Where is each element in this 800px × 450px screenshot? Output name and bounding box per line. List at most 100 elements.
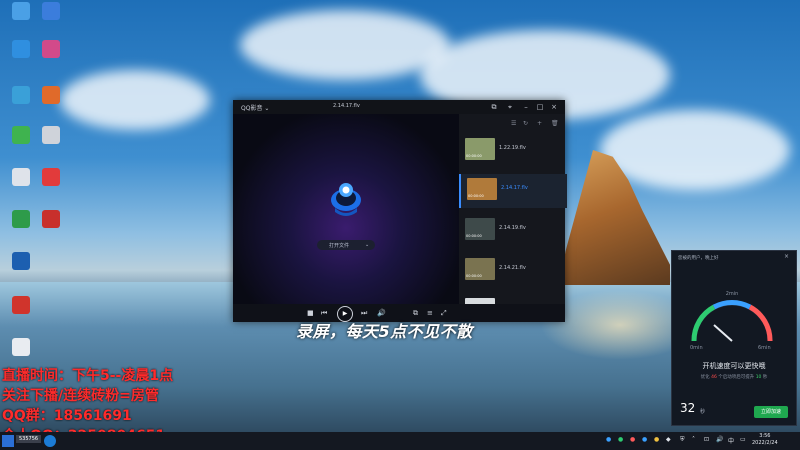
taskbar-clock[interactable]: 3:56 2022/2/24 — [752, 433, 778, 447]
app-icon — [12, 296, 30, 314]
loop-icon[interactable]: ↻ — [523, 120, 528, 127]
close-icon[interactable]: × — [549, 102, 559, 112]
tray-app-icon[interactable]: ● — [654, 436, 659, 443]
pin-icon[interactable]: ⌖ — [505, 102, 515, 112]
app-icon — [12, 40, 30, 58]
desktop-icon[interactable] — [4, 252, 38, 272]
sub-gain: 10 — [755, 375, 762, 380]
chevron-up-icon[interactable]: ˄ — [692, 436, 695, 443]
app-icon — [12, 2, 30, 20]
cloud — [60, 70, 210, 130]
desktop-icon[interactable] — [4, 86, 38, 106]
taskbar-label[interactable]: 535756 — [16, 435, 42, 443]
stop-icon[interactable]: ■ — [307, 308, 314, 318]
desktop-icon[interactable] — [4, 210, 38, 230]
screenshot-icon[interactable]: ⧉ — [489, 102, 499, 112]
tray-app-icon[interactable]: ● — [618, 436, 623, 443]
tray-app-icon[interactable]: ● — [630, 436, 635, 443]
desktop-icon[interactable] — [34, 86, 68, 106]
shield-icon[interactable]: ⛨ — [680, 436, 685, 444]
player-titlebar[interactable]: QQ影音 ⌄ 2.14.17.flv ⧉ ⌖ – □ × — [233, 100, 565, 114]
app-icon — [42, 86, 60, 104]
desktop-icon[interactable] — [34, 40, 68, 60]
video-filename: 2.14.19.flv — [499, 225, 526, 231]
maximize-icon[interactable]: □ — [535, 102, 545, 112]
desktop-icon[interactable] — [34, 210, 68, 230]
desktop-icon[interactable] — [4, 126, 38, 146]
sub-prefix: 优化 — [700, 375, 710, 380]
fullscreen-window-icon[interactable]: ⧉ — [413, 308, 418, 318]
video-duration: 00:00:00 — [468, 194, 484, 198]
keyboard-icon[interactable]: ▭ — [740, 436, 746, 443]
playlist-item[interactable]: 00:00:00 1.22.19.flv — [459, 134, 565, 168]
app-icon — [42, 168, 60, 186]
desktop-icon[interactable] — [4, 2, 38, 22]
next-icon[interactable]: ⏭ — [361, 308, 367, 318]
taskbar: 535756 ● ● ● ● ● ◆ ⛨ ˄ ⊡ 🔊 中 ▭ 3:56 2022… — [0, 432, 800, 450]
app-icon — [12, 126, 30, 144]
sub-mid: 个启动项后可提升 — [718, 375, 755, 380]
delete-icon[interactable]: 🗑 — [551, 120, 559, 127]
gauge-label-top: 2min — [726, 291, 739, 297]
list-icon[interactable]: ☰ — [511, 120, 516, 127]
clock-time: 3:56 — [759, 433, 771, 439]
speed-up-button[interactable]: 立即加速 — [754, 406, 788, 418]
playlist-item[interactable]: 00:00:00 2.14.21.flv — [459, 254, 565, 288]
close-icon[interactable]: × — [784, 253, 789, 260]
app-icon — [12, 168, 30, 186]
desktop-icon[interactable] — [34, 2, 68, 22]
video-duration: 00:00:00 — [466, 234, 482, 238]
open-file-label: 打开文件 — [329, 243, 350, 249]
desktop-icon[interactable] — [34, 126, 68, 146]
playlist-toolbar: ☰ ↻ + 🗑 — [459, 120, 565, 130]
overlay-line-group: QQ群：18561691 — [2, 408, 132, 424]
tray-app-icon[interactable]: ● — [642, 436, 647, 443]
clock-date: 2022/2/24 — [752, 440, 778, 446]
app-icon — [12, 338, 30, 356]
player-app-menu[interactable]: QQ影音 ⌄ — [241, 103, 269, 112]
overlay-line-schedule: 直播时间：下午5--凌晨1点 — [2, 368, 174, 384]
video-area[interactable]: 打开文件 ⌄ — [233, 114, 459, 304]
input-method-icon[interactable]: 中 — [728, 436, 734, 445]
video-filename: 2.14.21.flv — [499, 265, 526, 271]
app-icon — [12, 86, 30, 104]
gauge-label-right: 6min — [758, 345, 771, 351]
video-player-window[interactable]: QQ影音 ⌄ 2.14.17.flv ⧉ ⌖ – □ × 打开文件 ⌄ ☰ ↻ … — [233, 100, 567, 322]
gauge-label-left: 0min — [690, 345, 703, 351]
app-icon — [42, 2, 60, 20]
sub-count: 46 — [711, 375, 717, 380]
sub-suffix: 秒 — [762, 375, 768, 380]
stream-caption: 录屏，每天5点不见不散 — [296, 322, 473, 341]
tray-app-icon[interactable]: ◆ — [666, 436, 671, 443]
chevron-down-icon[interactable]: ⌄ — [365, 242, 369, 248]
fullscreen-icon[interactable]: ⤢ — [441, 308, 447, 318]
video-duration: 00:00:00 — [466, 274, 482, 278]
cloud — [240, 10, 450, 80]
desktop-icon[interactable] — [4, 168, 38, 188]
open-file-button[interactable]: 打开文件 ⌄ — [317, 240, 375, 250]
taskbar-app-icon[interactable] — [44, 435, 56, 447]
app-icon — [12, 252, 30, 270]
settings-icon[interactable]: ≡ — [427, 308, 433, 318]
previous-icon[interactable]: ⏮ — [321, 308, 327, 318]
playlist-item[interactable]: 00:00:00 2.14.19.flv — [459, 214, 565, 248]
overlay-line-follow: 关注下播/连续砖粉=房管 — [2, 388, 159, 404]
minimize-icon[interactable]: – — [521, 102, 531, 112]
volume-icon[interactable]: 🔊 — [716, 436, 723, 443]
playlist-panel: ☰ ↻ + 🗑 00:00:00 1.22.19.flv 00:00:00 2.14.… — [459, 114, 567, 320]
network-icon[interactable]: ⊡ — [704, 436, 709, 443]
desktop-icon[interactable] — [34, 168, 68, 188]
desktop-icon[interactable] — [4, 296, 38, 316]
video-duration: 00:00:00 — [466, 154, 482, 158]
boot-time-score: 32 — [680, 401, 696, 415]
popup-title: 开机速度可以更快哦 — [702, 362, 766, 370]
add-icon[interactable]: + — [537, 120, 542, 127]
desktop-icon[interactable] — [4, 338, 38, 358]
app-icon — [42, 40, 60, 58]
desktop-icon[interactable] — [4, 40, 38, 60]
playlist-item[interactable]: 00:00:00 2.14.17.flv — [459, 174, 567, 208]
boot-time-unit: 秒 — [700, 409, 706, 415]
tray-app-icon[interactable]: ● — [606, 436, 611, 443]
taskbar-app-icon[interactable] — [2, 435, 14, 447]
volume-icon[interactable]: 🔊 — [377, 308, 386, 318]
